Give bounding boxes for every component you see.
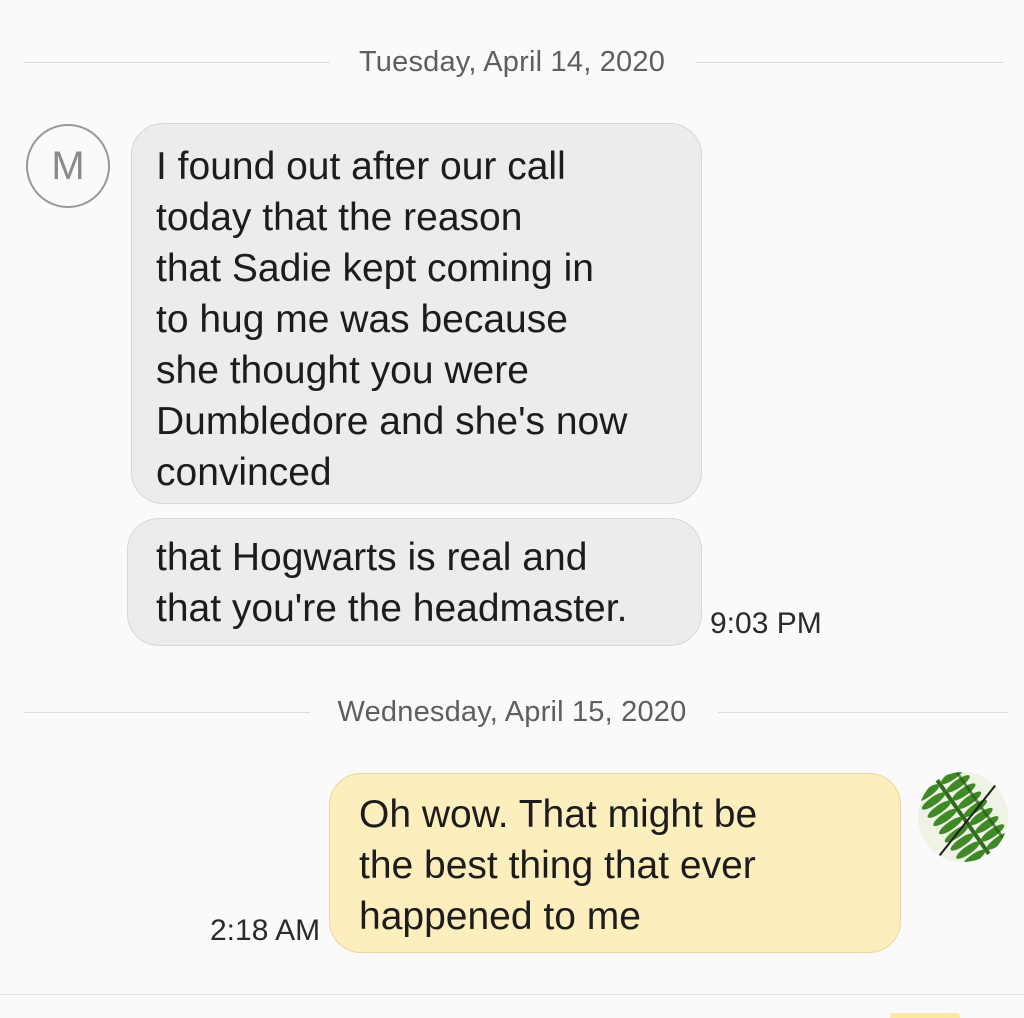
message-timestamp: 2:18 AM — [210, 914, 321, 947]
message-line: that Hogwarts is real and — [156, 536, 588, 579]
message-timestamp: 9:03 PM — [710, 607, 822, 640]
divider-line-right — [718, 712, 1008, 713]
date-divider-day1: Tuesday, April 14, 2020 — [0, 42, 1024, 82]
outgoing-message-bubble[interactable]: Oh wow. That might be the best thing tha… — [329, 773, 901, 953]
message-line: that Sadie kept coming in — [156, 247, 594, 290]
message-line: I found out after our call — [156, 145, 566, 188]
divider-line-right — [696, 62, 1004, 63]
message-line: to hug me was because — [156, 298, 568, 341]
message-line: convinced — [156, 451, 332, 494]
message-line: today that the reason — [156, 196, 523, 239]
composer-divider — [0, 994, 1024, 995]
message-line: happened to me — [359, 895, 641, 938]
fern-leaf-avatar-icon[interactable] — [918, 772, 1008, 862]
date-divider-day2: Wednesday, April 15, 2020 — [0, 692, 1024, 732]
incoming-message-bubble[interactable]: that Hogwarts is real and that you're th… — [127, 518, 702, 646]
message-line: the best thing that ever — [359, 844, 756, 887]
next-bubble-peek — [890, 1013, 960, 1018]
fern-image — [918, 772, 1008, 862]
message-line: Dumbledore and she's now — [156, 400, 628, 443]
message-line: she thought you were — [156, 349, 529, 392]
contact-avatar[interactable]: M — [26, 124, 110, 208]
message-line: that you're the headmaster. — [156, 587, 628, 630]
incoming-message-bubble[interactable]: I found out after our call today that th… — [131, 123, 702, 504]
message-line: Oh wow. That might be — [359, 793, 758, 836]
contact-initial: M — [51, 143, 85, 188]
